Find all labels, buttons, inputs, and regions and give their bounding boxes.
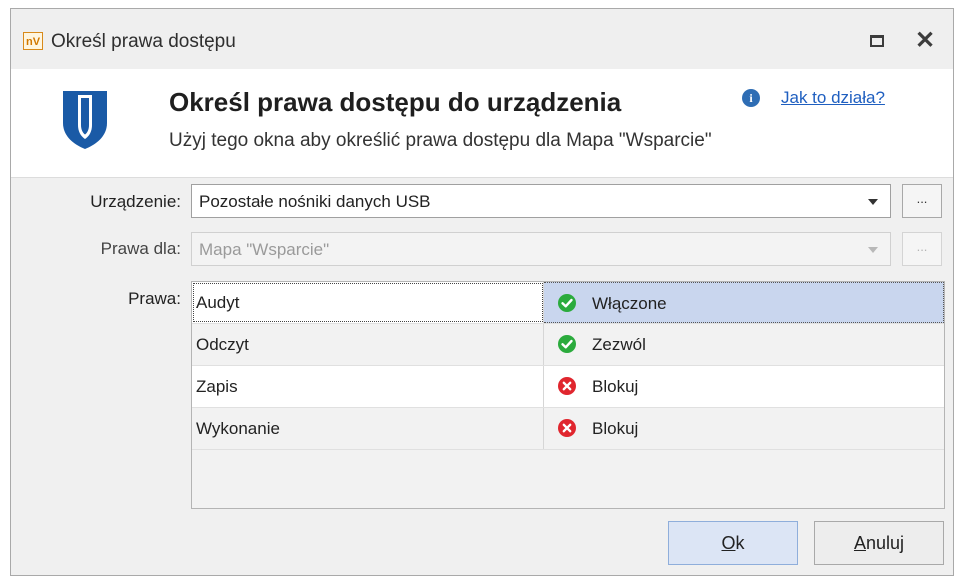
right-name: Wykonanie — [196, 419, 280, 438]
check-icon — [558, 294, 576, 312]
rights-grid[interactable]: Audyt Włączone Odczyt Zezwól Zapis Bloku… — [191, 281, 945, 509]
block-icon — [558, 377, 576, 395]
right-status[interactable]: Włączone — [592, 294, 667, 314]
dialog-header: Określ prawa dostępu do urządzenia Użyj … — [11, 69, 953, 178]
header-subtitle: Użyj tego okna aby określić prawa dostęp… — [169, 130, 712, 151]
cancel-label: nuluj — [865, 533, 905, 553]
info-icon: i — [742, 89, 760, 107]
right-status[interactable]: Zezwól — [592, 335, 646, 355]
ok-label: k — [735, 533, 745, 553]
chevron-down-icon — [868, 247, 878, 253]
right-status[interactable]: Blokuj — [592, 419, 638, 439]
check-icon — [558, 335, 576, 353]
maximize-button[interactable] — [861, 27, 893, 55]
block-icon — [558, 419, 576, 437]
device-dropdown[interactable]: Pozostałe nośniki danych USB — [191, 184, 891, 218]
cancel-button[interactable]: Anuluj — [814, 521, 944, 565]
rights-for-dropdown-value: Mapa "Wsparcie" — [199, 240, 330, 259]
rights-row-odczyt[interactable]: Odczyt Zezwól — [192, 324, 944, 366]
window-title: Określ prawa dostępu — [51, 31, 236, 52]
title-bar[interactable]: nV Określ prawa dostępu ✕ — [11, 9, 953, 69]
ok-mnemonic: O — [721, 533, 736, 553]
close-button[interactable]: ✕ — [909, 27, 941, 55]
rights-for-browse-button: ... — [902, 232, 942, 266]
app-logo-icon: nV — [23, 32, 43, 50]
device-browse-button[interactable]: ... — [902, 184, 942, 218]
ok-button[interactable]: Ok — [668, 521, 798, 565]
close-icon: ✕ — [914, 27, 936, 54]
right-name: Zapis — [196, 377, 238, 396]
shield-icon — [63, 91, 107, 149]
dialog-window: nV Określ prawa dostępu ✕ Określ prawa d… — [10, 8, 954, 576]
header-title: Określ prawa dostępu do urządzenia — [169, 87, 622, 117]
right-status[interactable]: Blokuj — [592, 377, 638, 397]
rights-for-label: Prawa dla: — [100, 239, 181, 258]
right-name: Odczyt — [196, 335, 249, 354]
rights-for-dropdown: Mapa "Wsparcie" — [191, 232, 891, 266]
right-name: Audyt — [196, 293, 240, 312]
maximize-icon — [870, 35, 884, 47]
help-link[interactable]: Jak to działa? — [781, 88, 885, 108]
cancel-mnemonic: A — [853, 533, 866, 553]
device-label: Urządzenie: — [90, 192, 181, 211]
chevron-down-icon — [868, 199, 878, 205]
rights-row-audyt[interactable]: Audyt Włączone — [192, 282, 944, 324]
device-dropdown-value: Pozostałe nośniki danych USB — [199, 192, 431, 211]
rights-row-wykonanie[interactable]: Wykonanie Blokuj — [192, 408, 944, 450]
rights-row-zapis[interactable]: Zapis Blokuj — [192, 366, 944, 408]
rights-label: Prawa: — [128, 289, 181, 308]
